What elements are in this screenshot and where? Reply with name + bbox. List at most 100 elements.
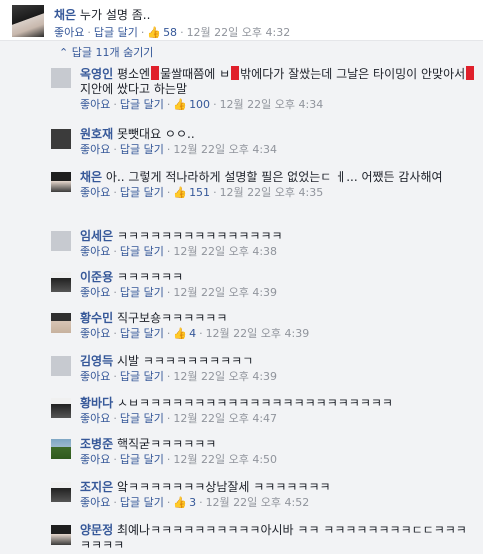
like-button[interactable]: 좋아요 [54, 26, 84, 39]
avatar[interactable] [51, 398, 71, 418]
avatar[interactable] [51, 313, 71, 333]
reply-thread: ⌃ 답글 11개 숨기기 옥영인 평소엔 물쌀때쯤에 ㅂ 밖에다가 잘쌌는데 그날은… [0, 40, 483, 554]
avatar[interactable] [51, 68, 71, 88]
comment-text: 앜ㅋㅋㅋㅋㅋㅋㅋ상남잘세 ㅋㅋㅋㅋㅋㅋㅋ [116, 480, 331, 494]
like-button[interactable]: 좋아요 [80, 143, 110, 156]
author-name[interactable]: 조병준 [80, 437, 113, 451]
comment-meta: 좋아요 · 답글 달기 · 👍 4 · 12월 22일 오후 4:39 [80, 327, 310, 340]
comment-text: 시발 ㅋㅋㅋㅋㅋㅋㅋㅋㅋㄱ [116, 354, 254, 368]
comment-text: 아.. 그렇게 적나라하게 설명할 필은 없었는ㄷ ㅔ... 어쨌든 감사해여 [105, 170, 443, 184]
author-name[interactable]: 양문정 [80, 523, 113, 537]
avatar[interactable] [51, 439, 71, 459]
comment-text: 못뺏대요 ㅇㅇ.. [116, 127, 195, 141]
comment-meta: 좋아요 · 답글 달기 · 12월 22일 오후 4:38 [80, 245, 278, 258]
comment-meta: 좋아요 · 답글 달기 · 👍 151 · 12월 22일 오후 4:35 [80, 186, 324, 199]
author-name[interactable]: 황바다 [80, 396, 113, 410]
comment-meta: 좋아요 · 답글 달기 · 👍 58 · 12월 22일 오후 4:32 [54, 26, 291, 39]
like-button[interactable]: 좋아요 [80, 327, 110, 340]
reply-button[interactable]: 답글 달기 [120, 496, 164, 509]
reply-button[interactable]: 답글 달기 [94, 26, 138, 39]
timestamp[interactable]: 12월 22일 오후 4:39 [173, 286, 277, 299]
like-count[interactable]: 151 [189, 186, 210, 199]
thumbs-up-icon: 👍 [173, 186, 188, 199]
author-name[interactable]: 채은 [54, 8, 76, 22]
like-button[interactable]: 좋아요 [80, 245, 110, 258]
chevron-up-icon: ⌃ [59, 46, 69, 59]
like-button[interactable]: 좋아요 [80, 98, 110, 111]
author-name[interactable]: 옥영인 [80, 67, 113, 81]
thumbs-up-icon: 👍 [147, 26, 162, 39]
reply-button[interactable]: 답글 달기 [120, 245, 164, 258]
comment-meta: 좋아요 · 답글 달기 · 12월 22일 오후 4:47 [80, 412, 278, 425]
like-button[interactable]: 좋아요 [80, 186, 110, 199]
author-name[interactable]: 김영득 [80, 354, 113, 368]
reply-button[interactable]: 답글 달기 [120, 286, 164, 299]
comment-text: ㅋㅋㅋㅋㅋㅋㅋㅋㅋㅋㅋㅋㅋㅋㅋ [116, 229, 283, 243]
like-count[interactable]: 3 [189, 496, 196, 509]
comment-text: 지안에 쌌다고 하는말 [80, 82, 187, 96]
author-name[interactable]: 황수민 [80, 311, 113, 325]
avatar[interactable] [51, 172, 71, 192]
like-button[interactable]: 좋아요 [80, 453, 110, 466]
avatar[interactable] [51, 129, 71, 149]
timestamp[interactable]: 12월 22일 오후 4:35 [220, 186, 324, 199]
comment-text: 직구보숑ㅋㅋㅋㅋㅋㅋ [116, 311, 228, 325]
author-name[interactable]: 원호재 [80, 127, 113, 141]
like-count[interactable]: 58 [163, 26, 177, 39]
comment-meta: 좋아요 · 답글 달기 · 👍 100 · 12월 22일 오후 4:34 [80, 98, 324, 111]
comment-text: 핵직굳ㅋㅋㅋㅋㅋㅋ [116, 437, 217, 451]
comment-text: ㅋㅋㅋㅋㅋㅋ [116, 270, 184, 284]
timestamp[interactable]: 12월 22일 오후 4:39 [206, 327, 310, 340]
comment-meta: 좋아요 · 답글 달기 · 12월 22일 오후 4:34 [80, 143, 278, 156]
reply-button[interactable]: 답글 달기 [120, 327, 164, 340]
author-name[interactable]: 채은 [80, 170, 102, 184]
like-button[interactable]: 좋아요 [80, 412, 110, 425]
comment-meta: 좋아요 · 답글 달기 · 12월 22일 오후 4:50 [80, 453, 278, 466]
avatar[interactable] [51, 525, 71, 545]
avatar[interactable] [12, 5, 44, 37]
avatar[interactable] [51, 356, 71, 376]
censor-block [151, 66, 160, 80]
reply-button[interactable]: 답글 달기 [120, 143, 164, 156]
author-name[interactable]: 이준용 [80, 270, 113, 284]
reply-button[interactable]: 답글 달기 [120, 453, 164, 466]
censor-block [231, 66, 240, 80]
like-button[interactable]: 좋아요 [80, 496, 110, 509]
like-count[interactable]: 100 [189, 98, 210, 111]
comment-text: ㅅㅂㅋㅋㅋㅋㅋㅋㅋㅋㅋㅋㅋㅋㅋㅋㅋㅋㅋㅋㅋㅋㅋㅋㅋ [116, 396, 393, 410]
like-count[interactable]: 4 [189, 327, 196, 340]
comment-meta: 좋아요 · 답글 달기 · 12월 22일 오후 4:39 [80, 370, 278, 383]
avatar[interactable] [51, 272, 71, 292]
comment-text: 최예나ㅋㅋㅋㅋㅋㅋㅋㅋㅋㅋ아시바 ㅋㅋ ㅋㅋㅋㅋㅋㅋㅋㅋㄷㄷㅋㅋㅋ ㅋㅋㅋㅋ [80, 523, 467, 552]
reply-button[interactable]: 답글 달기 [120, 370, 164, 383]
timestamp[interactable]: 12월 22일 오후 4:52 [206, 496, 310, 509]
timestamp[interactable]: 12월 22일 오후 4:34 [173, 143, 277, 156]
censor-block [466, 66, 475, 80]
timestamp[interactable]: 12월 22일 오후 4:32 [187, 26, 291, 39]
author-name[interactable]: 임세은 [80, 229, 113, 243]
thumbs-up-icon: 👍 [173, 98, 188, 111]
comment-meta: 좋아요 · 답글 달기 · 👍 3 · 12월 22일 오후 4:52 [80, 496, 310, 509]
like-button[interactable]: 좋아요 [80, 370, 110, 383]
timestamp[interactable]: 12월 22일 오후 4:38 [173, 245, 277, 258]
like-button[interactable]: 좋아요 [80, 286, 110, 299]
timestamp[interactable]: 12월 22일 오후 4:50 [173, 453, 277, 466]
avatar[interactable] [51, 231, 71, 251]
reply-button[interactable]: 답글 달기 [120, 98, 164, 111]
comment-text: 밖에다가 잘쌌는데 그날은 타이밍이 안맞아서 [240, 67, 466, 81]
avatar[interactable] [51, 482, 71, 502]
thumbs-up-icon: 👍 [173, 496, 188, 509]
comment-text: 누가 설명 좀.. [79, 8, 151, 22]
comment-text: 평소엔 [116, 67, 151, 81]
comment-meta: 좋아요 · 답글 달기 · 12월 22일 오후 4:39 [80, 286, 278, 299]
timestamp[interactable]: 12월 22일 오후 4:39 [173, 370, 277, 383]
timestamp[interactable]: 12월 22일 오후 4:47 [173, 412, 277, 425]
timestamp[interactable]: 12월 22일 오후 4:34 [220, 98, 324, 111]
comment-line: 채은 누가 설명 좀.. [54, 6, 150, 23]
reply-button[interactable]: 답글 달기 [120, 412, 164, 425]
author-name[interactable]: 조지은 [80, 480, 113, 494]
reply-button[interactable]: 답글 달기 [120, 186, 164, 199]
thumbs-up-icon: 👍 [173, 327, 188, 340]
comment-text: 물쌀때쯤에 ㅂ [160, 67, 231, 81]
hide-replies-link[interactable]: ⌃ 답글 11개 숨기기 [59, 44, 153, 60]
